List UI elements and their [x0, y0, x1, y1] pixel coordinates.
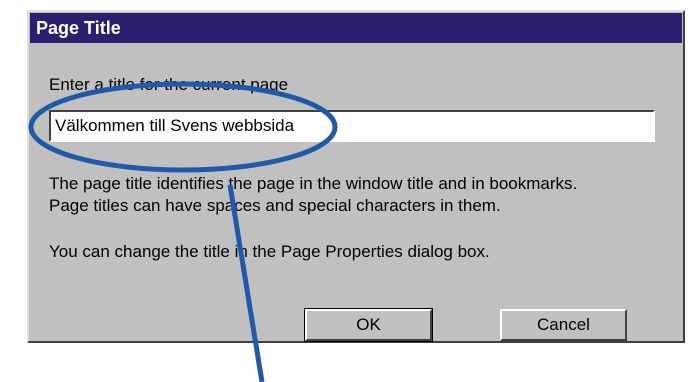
ok-button[interactable]: OK	[304, 308, 433, 342]
hint-text: You can change the title in the Page Pro…	[49, 242, 490, 261]
cancel-button[interactable]: Cancel	[500, 309, 627, 341]
dialog-titlebar[interactable]: Page Title	[30, 13, 682, 43]
description-line-1: The page title identifies the page in th…	[49, 174, 578, 193]
dialog-title: Page Title	[36, 18, 121, 38]
description-text: The page title identifies the page in th…	[49, 173, 669, 217]
page-title-dialog: Page Title Enter a title for the current…	[27, 10, 685, 343]
description-line-2: Page titles can have spaces and special …	[49, 196, 501, 215]
title-prompt-label: Enter a title for the current page	[49, 75, 289, 94]
page-title-input[interactable]	[49, 110, 655, 142]
